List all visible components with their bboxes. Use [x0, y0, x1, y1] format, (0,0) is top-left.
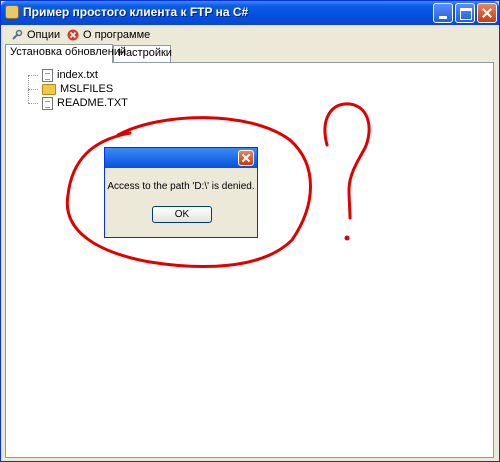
menu-about[interactable]: О программе	[67, 28, 150, 42]
dialog-message: Access to the path 'D:\' is denied.	[107, 181, 255, 192]
menu-about-label: О программе	[83, 29, 151, 41]
close-button[interactable]	[477, 3, 497, 23]
tab-content-panel: index.txt MSLFILES README.TXT	[5, 62, 494, 458]
tree-item-label: MSLFILES	[60, 83, 114, 95]
file-icon	[42, 68, 53, 82]
dialog-close-button[interactable]	[238, 150, 254, 166]
menu-options[interactable]: Опции	[11, 28, 60, 42]
ok-button[interactable]: OK	[152, 206, 212, 223]
tree-item-label: index.txt	[57, 69, 98, 81]
folder-icon	[42, 83, 56, 95]
tree-item-label: README.TXT	[57, 97, 128, 109]
minimize-button[interactable]	[433, 3, 453, 23]
error-dialog: Access to the path 'D:\' is denied. OK	[104, 147, 258, 238]
menu-bar: Опции О программе	[1, 25, 499, 45]
wrench-icon	[12, 29, 23, 40]
window-title: Пример простого клиента к FTP на C#	[23, 5, 249, 19]
tab-updates-label: Установка обновлений	[10, 46, 127, 58]
menu-options-label: Опции	[27, 29, 61, 41]
file-icon	[42, 96, 53, 110]
tree-item-file[interactable]: README.TXT	[18, 95, 128, 111]
tree-connector	[28, 74, 38, 76]
main-window: Пример простого клиента к FTP на C# Опци…	[0, 0, 500, 462]
dialog-title-bar[interactable]	[105, 148, 257, 168]
help-icon	[67, 29, 79, 41]
maximize-button[interactable]	[455, 3, 475, 23]
tree-connector	[28, 102, 38, 104]
app-icon	[5, 5, 19, 19]
tree-connector	[28, 88, 38, 90]
tab-updates[interactable]: Установка обновлений	[5, 44, 126, 63]
title-bar[interactable]: Пример простого клиента к FTP на C#	[1, 1, 499, 25]
